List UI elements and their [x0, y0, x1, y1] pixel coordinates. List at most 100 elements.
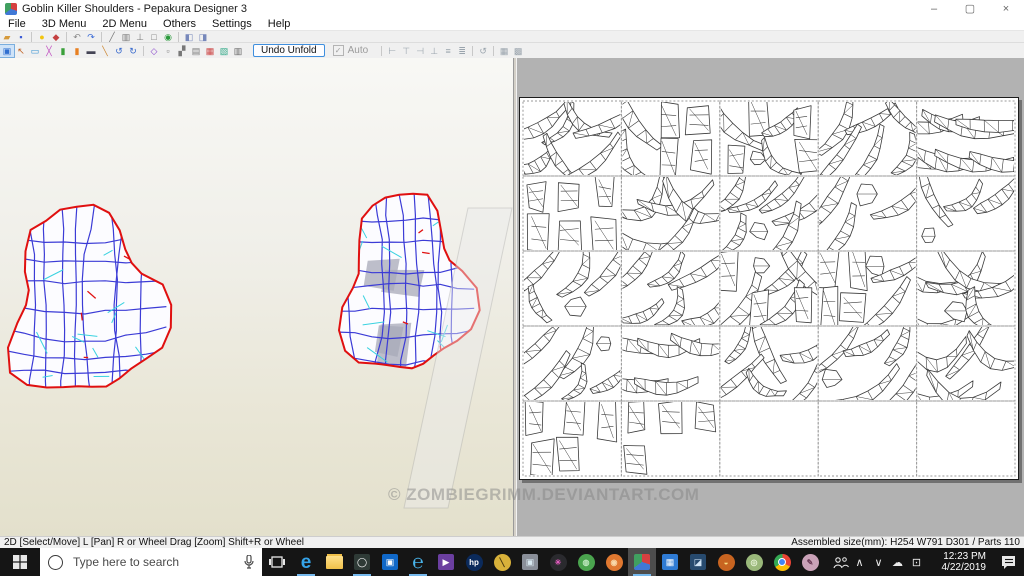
draw-line-icon[interactable]: ╲ — [98, 45, 112, 57]
taskbar-search[interactable] — [40, 548, 262, 576]
taskbar-apps: e ◯ ▣ ℮ ▶ hp ╲ ▣ ✳ ◍ ◉ ▦ ◪ ◒ ◎ ✎ — [292, 548, 824, 576]
divide-face-icon[interactable]: ▞ — [175, 45, 189, 57]
toolbar-2d: ▣ ↖ ▭ ╳ ▮ ▮ ▬ ╲ ↺ ↻ ◇ ▫ ▞ ▤ ▦ ▧ ▥ Undo Unfold ✓ Auto ⊢ ⊤ ⊣… — [0, 42, 1024, 59]
pattern-part-group[interactable] — [599, 332, 734, 396]
pattern-canvas[interactable] — [520, 98, 1018, 479]
pane-2d[interactable] — [516, 58, 1024, 536]
task-view-button[interactable] — [262, 548, 292, 576]
pattern-part-group[interactable] — [597, 173, 737, 261]
layout-pages-icon[interactable]: ▩ — [511, 45, 525, 57]
select-move-icon[interactable]: ▣ — [0, 43, 15, 58]
menu-others[interactable]: Others — [155, 18, 204, 30]
auto-checkbox[interactable]: ✓ — [332, 45, 344, 56]
taskbar-app-green-circle-app[interactable]: ◎ — [740, 548, 768, 576]
paint-icon: ✎ — [801, 553, 819, 571]
color-edge-icon[interactable]: ▧ — [217, 45, 231, 57]
taskbar-app-audacity[interactable]: ◒ — [712, 548, 740, 576]
pattern-page-sheet[interactable] — [519, 97, 1019, 480]
taskbar-app-photos-editor[interactable]: ◪ — [684, 548, 712, 576]
rotate-part-left-icon[interactable]: ↺ — [476, 45, 490, 57]
pattern-part-group[interactable] — [807, 165, 928, 258]
microphone-icon[interactable] — [244, 555, 254, 569]
align-center-icon[interactable]: ≡ — [441, 45, 455, 57]
pattern-part-group[interactable] — [520, 241, 628, 324]
part-number-icon[interactable]: ▤ — [189, 45, 203, 57]
check-window-icon[interactable]: ▭ — [28, 45, 42, 57]
people-button[interactable] — [831, 548, 850, 576]
taskbar-app-microsoft-store[interactable]: ▣ — [376, 548, 404, 576]
pepakura-designer-icon — [634, 554, 650, 570]
print-setup-icon[interactable]: ▥ — [231, 45, 245, 57]
pattern-part-group[interactable] — [616, 98, 713, 181]
search-input[interactable] — [71, 554, 244, 570]
taskbar-app-paint[interactable]: ✎ — [796, 548, 824, 576]
taskbar-app-green-orb-app[interactable]: ◍ — [572, 548, 600, 576]
rotate-left-icon[interactable]: ↺ — [112, 45, 126, 57]
start-button[interactable] — [0, 548, 40, 576]
onedrive-cloud-icon[interactable]: ☁ — [888, 548, 907, 576]
arrange-parts-icon[interactable]: ▦ — [497, 45, 511, 57]
pattern-part-group[interactable] — [526, 176, 617, 252]
pattern-part-group[interactable] — [816, 248, 928, 336]
taskbar-app-media-viewer[interactable]: ▣ — [516, 548, 544, 576]
viewport-3d[interactable] — [0, 58, 514, 536]
align-left-icon[interactable]: ⊢ — [385, 45, 399, 57]
people-icon — [832, 556, 849, 568]
flat-part-icon[interactable]: ▬ — [84, 45, 98, 57]
pattern-part-group[interactable] — [918, 161, 1018, 244]
join-edge-icon[interactable]: ◇ — [147, 45, 161, 57]
chevron-up-icon[interactable]: ∧ — [850, 548, 869, 576]
rotate-right-icon[interactable]: ↻ — [126, 45, 140, 57]
action-center-button[interactable] — [992, 548, 1024, 576]
taskbar-app-edge[interactable]: e — [292, 548, 320, 576]
pattern-part-group[interactable] — [614, 244, 734, 328]
scale-up-icon[interactable]: ▮ — [56, 45, 70, 57]
taskbar-app-hp-support[interactable]: hp — [460, 548, 488, 576]
right-shoulder-model[interactable] — [337, 191, 481, 385]
taskbar-app-paint-3d[interactable]: ✳ — [544, 548, 572, 576]
taskbar-app-file-explorer[interactable] — [320, 548, 348, 576]
scale-down-icon[interactable]: ▮ — [70, 45, 84, 57]
minimize-button[interactable]: – — [916, 0, 952, 17]
align-right-icon[interactable]: ⊣ — [413, 45, 427, 57]
menu-help[interactable]: Help — [260, 18, 299, 30]
marquee-icon[interactable]: ▫ — [161, 45, 175, 57]
maximize-button[interactable]: ▢ — [952, 0, 988, 17]
pattern-part-group[interactable] — [710, 239, 835, 338]
menu-file[interactable]: File — [0, 18, 34, 30]
menu-settings[interactable]: Settings — [204, 18, 260, 30]
tray-app-v-icon[interactable]: ∨ — [869, 548, 888, 576]
taskbar-app-movies-tv[interactable]: ▶ — [432, 548, 460, 576]
pattern-part-group[interactable] — [813, 98, 923, 186]
taskbar-app-calculator[interactable]: ▦ — [656, 548, 684, 576]
taskbar-app-snipping-tool[interactable]: ╲ — [488, 548, 516, 576]
pattern-part-group[interactable] — [811, 310, 924, 414]
taskbar-app-chrome[interactable] — [768, 548, 796, 576]
menu-2d-menu[interactable]: 2D Menu — [94, 18, 155, 30]
snipping-tool-icon: ╲ — [493, 553, 511, 571]
taskbar-clock[interactable]: 12:23 PM 4/22/2019 — [930, 551, 987, 573]
taskbar-app-internet-explorer[interactable]: ℮ — [404, 548, 432, 576]
pattern-part-group[interactable] — [623, 401, 717, 475]
color-fill-icon[interactable]: ▦ — [203, 45, 217, 57]
close-button[interactable]: × — [988, 0, 1024, 17]
left-shoulder-model[interactable] — [4, 203, 173, 406]
auto-option[interactable]: ✓ Auto — [332, 45, 368, 56]
model-canvas[interactable] — [0, 58, 513, 536]
pattern-part-group[interactable] — [524, 397, 618, 477]
taskbar-app-obs-studio[interactable]: ◯ — [348, 548, 376, 576]
taskbar-app-orange-orb-app[interactable]: ◉ — [600, 548, 628, 576]
align-top-icon[interactable]: ⊤ — [399, 45, 413, 57]
network-display-icon[interactable]: ⊡ — [907, 548, 926, 576]
window-title: Goblin Killer Shoulders - Pepakura Desig… — [22, 2, 248, 15]
taskbar-app-pepakura-designer[interactable] — [628, 548, 656, 576]
edge-color-icon[interactable]: ╳ — [42, 45, 56, 57]
pattern-part-group[interactable] — [889, 247, 1018, 336]
menu-3d-menu[interactable]: 3D Menu — [34, 18, 95, 30]
pattern-part-group[interactable] — [520, 316, 627, 407]
pattern-part-group[interactable] — [706, 98, 820, 177]
undo-unfold-button[interactable]: Undo Unfold — [253, 44, 325, 57]
align-bottom-icon[interactable]: ⊥ — [427, 45, 441, 57]
edit-mode-icon[interactable]: ↖ — [14, 45, 28, 57]
distribute-icon[interactable]: ≣ — [455, 45, 469, 57]
